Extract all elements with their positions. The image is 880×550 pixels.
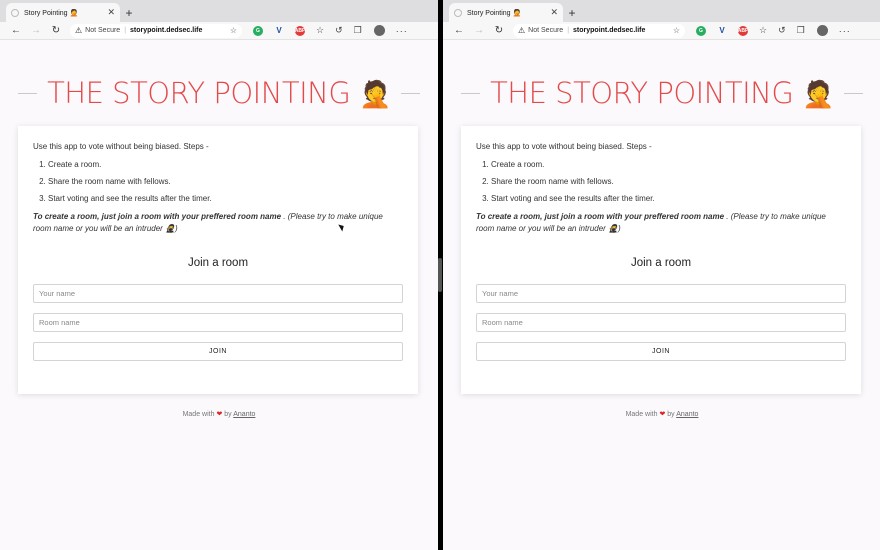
author-link[interactable]: Ananto	[676, 411, 698, 418]
address-bar[interactable]: ⚠ Not Secure | storypoint.dedsec.life ☆	[513, 23, 685, 38]
name-input[interactable]	[476, 284, 846, 303]
refresh-icon[interactable]: ↻	[46, 22, 66, 40]
tab-title: Story Pointing 🤦	[467, 9, 522, 17]
footer-by: by	[667, 411, 675, 418]
author-link[interactable]: Ananto	[233, 411, 255, 418]
grammarly-extension-icon[interactable]: G	[696, 25, 706, 36]
room-name-input[interactable]	[476, 313, 846, 332]
step-item: Create a room.	[491, 160, 846, 169]
heading-rule-left	[461, 92, 481, 94]
join-card: Use this app to vote without being biase…	[461, 126, 861, 394]
browser-toolbar: ← → ↻ ⚠ Not Secure | storypoint.dedsec.l…	[443, 22, 880, 40]
heart-icon: ❤	[216, 411, 223, 418]
step-item: Share the room name with fellows.	[48, 177, 403, 186]
steps-list: Create a room. Share the room name with …	[33, 160, 403, 203]
join-room-heading: Join a room	[187, 257, 249, 269]
not-secure-label: Not Secure	[85, 27, 121, 34]
step-item: Share the room name with fellows.	[491, 177, 846, 186]
join-button[interactable]: JOIN	[33, 342, 403, 361]
favicon-icon	[454, 8, 462, 17]
page-content: THE STORY POINTING 🤦 Use this app to vot…	[0, 40, 438, 550]
footer-prefix: Made with	[182, 411, 215, 418]
heading-rule-right	[843, 92, 864, 94]
browser-window-left: Story Pointing 🤦 ✕ + ← → ↻ ⚠ Not Secure …	[0, 0, 438, 550]
favorites-icon[interactable]: ☆	[316, 25, 324, 36]
join-room-heading: Join a room	[630, 257, 692, 269]
back-arrow-icon[interactable]: ←	[449, 22, 469, 40]
steps-list: Create a room. Share the room name with …	[476, 160, 846, 203]
back-arrow-icon[interactable]: ←	[6, 22, 26, 40]
facepalm-icon: 🤦	[359, 80, 391, 110]
address-separator: |	[567, 27, 570, 34]
browser-window-right: Story Pointing 🤦 ✕ + ← → ↻ ⚠ Not Secure …	[443, 0, 880, 550]
page-title-text: THE STORY POINTING	[47, 76, 351, 110]
add-favorite-icon[interactable]: ☆	[230, 26, 237, 35]
history-icon[interactable]: ↺	[778, 25, 786, 36]
vue-devtools-extension-icon[interactable]: V	[274, 26, 284, 36]
favorites-icon[interactable]: ☆	[759, 25, 767, 36]
split-view-divider[interactable]	[438, 258, 442, 292]
browser-toolbar: ← → ↻ ⚠ Not Secure | storypoint.dedsec.l…	[0, 22, 438, 40]
page-header: THE STORY POINTING 🤦	[18, 76, 421, 110]
adblock-extension-icon[interactable]: ABP	[738, 25, 748, 36]
instruction-note-bold: To create a room, just join a room with …	[33, 212, 282, 221]
refresh-icon[interactable]: ↻	[489, 22, 509, 40]
browser-tab[interactable]: Story Pointing 🤦 ✕	[449, 3, 563, 22]
address-bar[interactable]: ⚠ Not Secure | storypoint.dedsec.life ☆	[70, 23, 242, 38]
forward-arrow-icon[interactable]: →	[469, 22, 489, 40]
page-title: THE STORY POINTING 🤦	[37, 76, 401, 110]
collections-icon[interactable]: ❐	[797, 25, 805, 36]
instruction-note: To create a room, just join a room with …	[476, 211, 846, 235]
profile-avatar[interactable]	[816, 25, 828, 36]
heart-icon: ❤	[659, 411, 666, 418]
url-text: storypoint.dedsec.life	[573, 27, 646, 34]
name-input[interactable]	[33, 284, 403, 303]
tab-strip: Story Pointing 🤦 ✕ +	[0, 0, 438, 22]
facepalm-icon: 🤦	[802, 80, 834, 110]
step-item: Create a room.	[48, 160, 403, 169]
page-title: THE STORY POINTING 🤦	[480, 76, 844, 110]
tab-strip: Story Pointing 🤦 ✕ +	[443, 0, 880, 22]
close-tab-icon[interactable]: ✕	[107, 8, 115, 17]
profile-avatar[interactable]	[373, 25, 385, 36]
footer-by: by	[224, 411, 232, 418]
footer: Made with ❤ by Ananto	[0, 410, 438, 418]
step-item: Start voting and see the results after t…	[491, 194, 846, 203]
address-separator: |	[124, 27, 127, 34]
grammarly-extension-icon[interactable]: G	[253, 25, 263, 36]
more-menu-icon[interactable]: ···	[396, 26, 408, 36]
intro-text: Use this app to vote without being biase…	[33, 142, 209, 151]
add-favorite-icon[interactable]: ☆	[673, 26, 680, 35]
warning-icon: ⚠	[75, 26, 83, 35]
vue-devtools-extension-icon[interactable]: V	[717, 26, 727, 36]
page-content: THE STORY POINTING 🤦 Use this app to vot…	[443, 40, 880, 550]
footer-prefix: Made with	[625, 411, 658, 418]
new-tab-button[interactable]: +	[563, 3, 581, 22]
instruction-note-bold: To create a room, just join a room with …	[476, 212, 725, 221]
more-menu-icon[interactable]: ···	[839, 26, 851, 36]
not-secure-label: Not Secure	[528, 27, 564, 34]
room-name-input[interactable]	[33, 313, 403, 332]
intro-text: Use this app to vote without being biase…	[476, 142, 652, 151]
new-tab-button[interactable]: +	[120, 3, 138, 22]
history-icon[interactable]: ↺	[335, 25, 343, 36]
join-card: Use this app to vote without being biase…	[18, 126, 418, 394]
adblock-extension-icon[interactable]: ABP	[295, 25, 305, 36]
page-title-text: THE STORY POINTING	[490, 76, 794, 110]
tab-title: Story Pointing 🤦	[24, 9, 79, 17]
browser-tab[interactable]: Story Pointing 🤦 ✕	[6, 3, 120, 22]
instruction-note: To create a room, just join a room with …	[33, 211, 403, 235]
footer: Made with ❤ by Ananto	[443, 410, 880, 418]
step-item: Start voting and see the results after t…	[48, 194, 403, 203]
url-text: storypoint.dedsec.life	[130, 27, 203, 34]
page-header: THE STORY POINTING 🤦	[461, 76, 864, 110]
collections-icon[interactable]: ❐	[354, 25, 362, 36]
close-tab-icon[interactable]: ✕	[550, 8, 558, 17]
join-button[interactable]: JOIN	[476, 342, 846, 361]
heading-rule-left	[18, 92, 38, 94]
forward-arrow-icon[interactable]: →	[26, 22, 46, 40]
warning-icon: ⚠	[518, 26, 526, 35]
favicon-icon	[11, 8, 19, 17]
heading-rule-right	[400, 92, 421, 94]
